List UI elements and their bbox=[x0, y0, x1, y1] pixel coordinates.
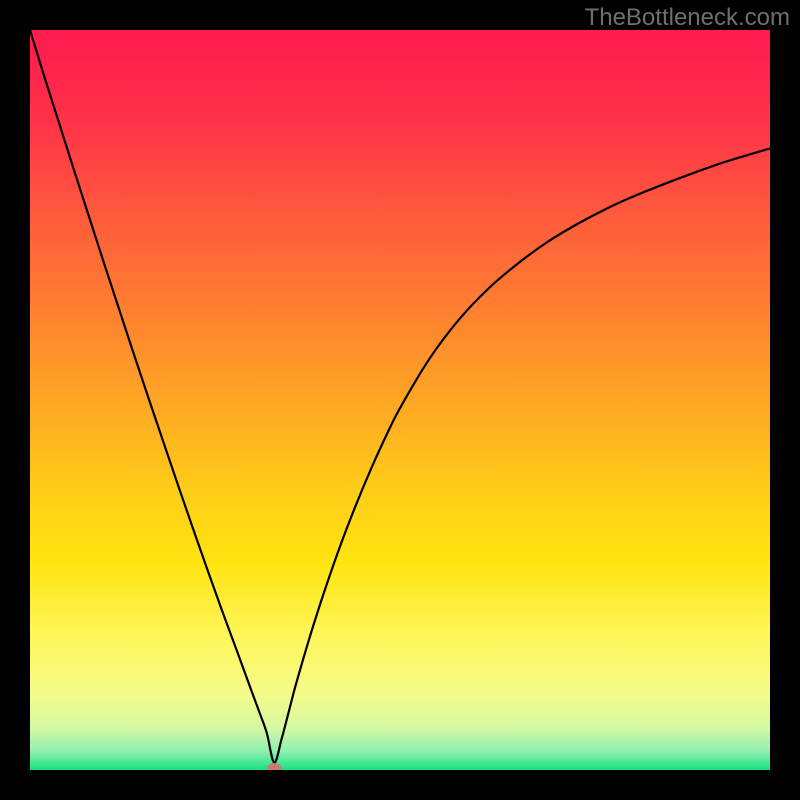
watermark-text: TheBottleneck.com bbox=[585, 4, 790, 32]
chart-frame: TheBottleneck.com bbox=[0, 0, 800, 800]
gradient-background bbox=[30, 30, 770, 770]
plot-area bbox=[30, 30, 770, 770]
bottleneck-chart bbox=[30, 30, 770, 770]
